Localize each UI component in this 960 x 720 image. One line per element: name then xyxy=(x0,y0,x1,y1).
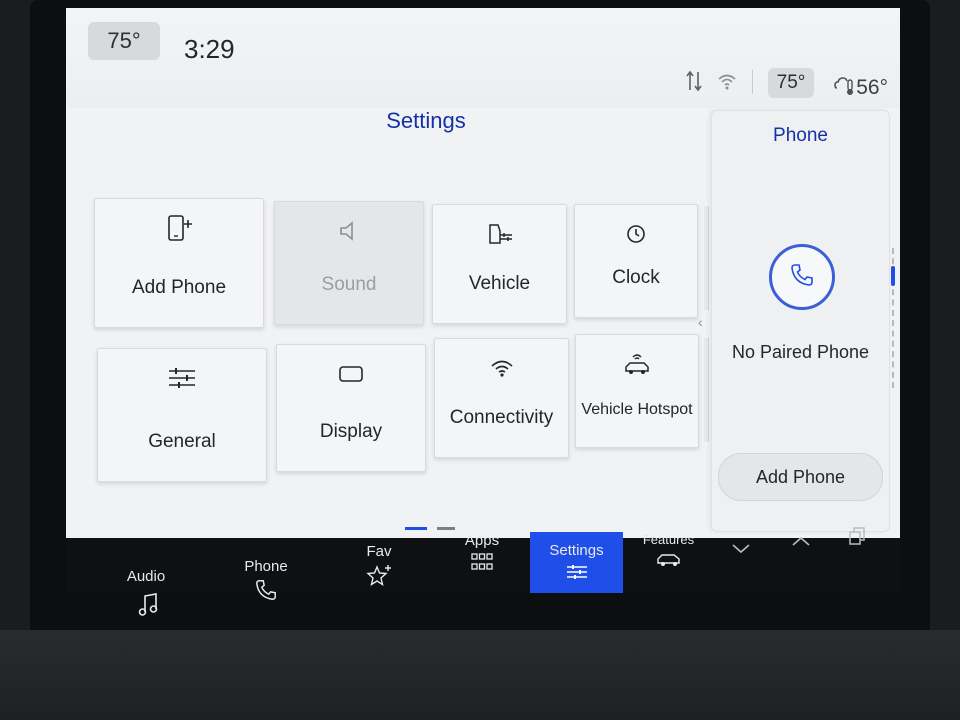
tile-vehicle-hotspot-label: Vehicle Hotspot xyxy=(581,401,693,418)
tile-connectivity[interactable]: Connectivity xyxy=(434,338,569,458)
clock-display: 3:29 xyxy=(184,34,235,64)
phone-panel-title: Phone xyxy=(773,125,828,146)
nav-phone-label: Phone xyxy=(244,558,288,575)
call-button[interactable] xyxy=(769,244,835,310)
passenger-temp-value: 75° xyxy=(776,72,806,93)
sliders-icon xyxy=(530,563,623,581)
vehicle-settings-icon xyxy=(433,219,566,249)
phone-status: No Paired Phone xyxy=(731,342,870,362)
nav-fav-label: Fav xyxy=(366,543,392,560)
status-bar: 75° 3:29 75° 56° xyxy=(66,8,900,108)
phone-icon xyxy=(789,262,815,293)
sliders-icon xyxy=(98,363,266,393)
chevron-up-icon[interactable] xyxy=(791,530,811,553)
tile-general[interactable]: General xyxy=(97,348,267,482)
nav-settings-label: Settings xyxy=(549,542,604,559)
page-dot-active xyxy=(405,527,427,531)
speaker-icon xyxy=(275,216,423,246)
tile-next-edge xyxy=(704,206,709,310)
tile-display[interactable]: Display xyxy=(276,344,426,472)
tile-next-edge xyxy=(704,338,709,442)
status-divider xyxy=(752,70,753,94)
nav-features[interactable]: Features xyxy=(631,532,706,567)
tile-sound[interactable]: Sound xyxy=(274,201,424,325)
tile-general-label: General xyxy=(148,431,216,452)
collapse-chevron-icon[interactable]: ‹ xyxy=(698,314,703,330)
tile-add-phone[interactable]: Add Phone xyxy=(94,198,264,328)
nav-settings[interactable]: Settings xyxy=(530,532,623,593)
tile-display-label: Display xyxy=(319,421,383,442)
clock-icon xyxy=(575,219,697,249)
nav-audio-icon-wrap[interactable] xyxy=(108,592,188,622)
sort-arrows-icon xyxy=(686,70,702,97)
display-icon xyxy=(277,359,425,389)
tile-add-phone-label: Add Phone xyxy=(131,277,227,298)
dashboard-trim xyxy=(0,630,960,720)
nav-apps-label: Apps xyxy=(464,532,500,549)
interior-temp-button[interactable]: 75° xyxy=(88,22,160,60)
phone-icon xyxy=(254,580,278,606)
wifi-icon xyxy=(435,353,568,383)
nav-phone[interactable]: Phone xyxy=(226,558,306,575)
outside-temp: 56° xyxy=(856,76,888,99)
tile-sound-label: Sound xyxy=(321,274,377,295)
interior-temp-value: 75° xyxy=(107,28,141,53)
phone-panel: Phone No Paired Phone Add Phone xyxy=(711,110,890,532)
nav-apps[interactable]: Apps xyxy=(442,532,522,571)
nav-audio[interactable]: Audio xyxy=(106,568,186,585)
tile-vehicle[interactable]: Vehicle xyxy=(432,204,567,324)
copy-icon[interactable] xyxy=(848,526,866,552)
grid-icon xyxy=(442,553,522,571)
car-wifi-icon xyxy=(576,349,698,379)
music-note-icon xyxy=(136,593,160,622)
tile-clock[interactable]: Clock xyxy=(574,204,698,318)
infotainment-screen: 75° 3:29 75° 56° Settings Add Phone Soun… xyxy=(66,8,900,593)
nav-audio-label: Audio xyxy=(126,568,166,585)
bottom-nav: Audio Phone Fav Apps Settings Features xyxy=(66,527,900,593)
chevron-down-icon[interactable] xyxy=(731,538,751,561)
cloud-thermometer-icon xyxy=(834,74,856,101)
nav-fav[interactable]: Fav xyxy=(344,543,414,588)
nav-phone-icon-wrap[interactable] xyxy=(226,578,306,606)
wifi-icon xyxy=(717,72,737,95)
tile-vehicle-label: Vehicle xyxy=(468,273,531,294)
page-title: Settings xyxy=(386,108,466,133)
page-dot xyxy=(437,527,456,531)
tile-vehicle-hotspot[interactable]: Vehicle Hotspot xyxy=(575,334,699,448)
nav-features-label: Features xyxy=(642,532,695,547)
tile-clock-label: Clock xyxy=(612,267,660,288)
passenger-temp-button[interactable]: 75° xyxy=(768,68,814,98)
car-icon xyxy=(631,551,706,567)
add-phone-button[interactable]: Add Phone xyxy=(718,453,883,501)
add-phone-icon xyxy=(95,213,263,243)
scrollbar[interactable] xyxy=(891,248,895,388)
scroll-thumb[interactable] xyxy=(891,266,895,286)
star-plus-icon xyxy=(344,564,414,588)
tile-connectivity-label: Connectivity xyxy=(449,407,554,428)
